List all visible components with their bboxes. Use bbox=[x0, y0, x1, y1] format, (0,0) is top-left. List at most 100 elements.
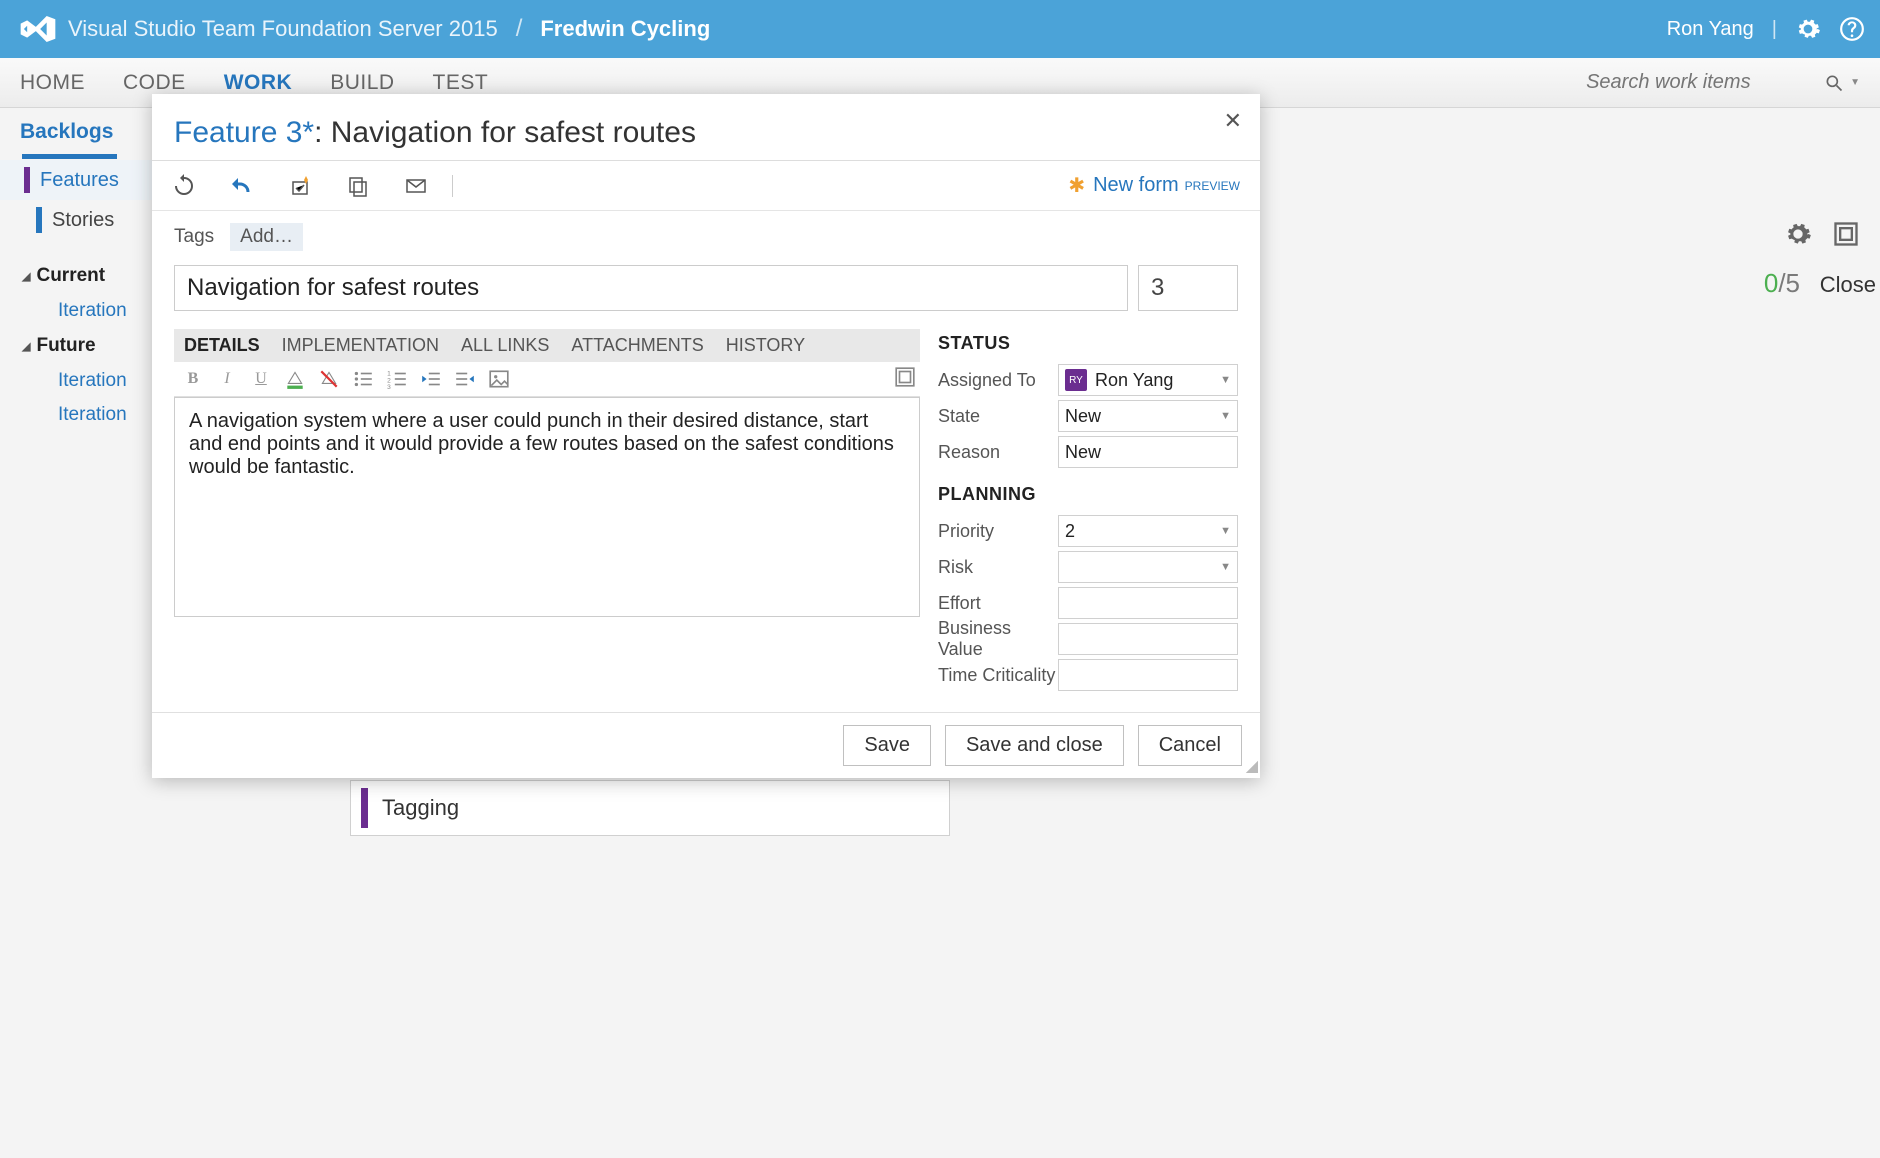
email-button[interactable] bbox=[404, 174, 428, 198]
field-time-criticality: Time Criticality bbox=[938, 657, 1238, 693]
tab-attachments[interactable]: ATTACHMENTS bbox=[571, 335, 703, 356]
state-label: State bbox=[938, 406, 1058, 427]
star-icon: ✱ bbox=[1068, 173, 1085, 198]
tab-all-links[interactable]: ALL LINKS bbox=[461, 335, 549, 356]
tab-implementation[interactable]: IMPLEMENTATION bbox=[282, 335, 439, 356]
dialog-footer: Save Save and close Cancel ◢ bbox=[152, 712, 1260, 778]
indent-button[interactable] bbox=[454, 368, 476, 390]
bv-label: Business Value bbox=[938, 618, 1058, 660]
underline-button[interactable]: U bbox=[250, 368, 272, 390]
chevron-down-icon: ▼ bbox=[1220, 561, 1231, 573]
state-dropdown[interactable]: New ▼ bbox=[1058, 400, 1238, 432]
detail-tabs: DETAILS IMPLEMENTATION ALL LINKS ATTACHM… bbox=[174, 329, 920, 362]
work-item-dialog: Feature 3*: Navigation for safest routes… bbox=[152, 94, 1260, 778]
new-form-toggle[interactable]: ✱ New form PREVIEW bbox=[1068, 173, 1240, 198]
backlog-card-tagging[interactable]: Tagging bbox=[350, 780, 950, 836]
banner-divider: | bbox=[1772, 18, 1777, 41]
tab-code[interactable]: CODE bbox=[123, 71, 186, 95]
card-accent bbox=[361, 788, 368, 828]
search-icon bbox=[1824, 73, 1844, 93]
gear-icon[interactable] bbox=[1795, 16, 1821, 42]
save-button[interactable]: Save bbox=[843, 725, 931, 766]
priority-dropdown[interactable]: 2 ▼ bbox=[1058, 515, 1238, 547]
bv-input[interactable] bbox=[1058, 623, 1238, 655]
chevron-down-icon: ▼ bbox=[1220, 525, 1231, 537]
fields-column: STATUS Assigned To RY Ron Yang ▼ State N… bbox=[938, 329, 1238, 693]
tc-input[interactable] bbox=[1058, 659, 1238, 691]
tab-details[interactable]: DETAILS bbox=[184, 335, 260, 356]
undo-button[interactable] bbox=[230, 174, 254, 198]
planning-section-header: PLANNING bbox=[938, 484, 1238, 505]
search-input[interactable] bbox=[1586, 71, 1816, 94]
risk-dropdown[interactable]: ▼ bbox=[1058, 551, 1238, 583]
chevron-down-icon: ▼ bbox=[1220, 374, 1231, 386]
add-color-button[interactable] bbox=[284, 368, 306, 390]
current-user[interactable]: Ron Yang bbox=[1667, 18, 1754, 41]
chevron-down-icon: ▼ bbox=[1850, 77, 1860, 88]
caret-down-icon: ◢ bbox=[22, 340, 30, 353]
add-tag-button[interactable]: Add… bbox=[230, 223, 303, 251]
refresh-button[interactable] bbox=[172, 174, 196, 198]
bullet-list-button[interactable] bbox=[352, 368, 374, 390]
tags-row: Tags Add… bbox=[174, 223, 1238, 251]
reason-input[interactable]: New bbox=[1058, 436, 1238, 468]
toolbar-sep bbox=[452, 175, 453, 197]
tags-label: Tags bbox=[174, 226, 214, 248]
tree-future-label: Future bbox=[36, 335, 95, 357]
details-column: DETAILS IMPLEMENTATION ALL LINKS ATTACHM… bbox=[174, 329, 920, 693]
description-field[interactable]: A navigation system where a user could p… bbox=[174, 397, 920, 617]
svg-text:3: 3 bbox=[387, 384, 391, 390]
number-list-button[interactable]: 123 bbox=[386, 368, 408, 390]
expand-icon[interactable] bbox=[894, 366, 916, 388]
copy-button[interactable] bbox=[346, 174, 370, 198]
search-button[interactable]: ▼ bbox=[1824, 73, 1860, 93]
card-title: Tagging bbox=[382, 795, 459, 821]
tab-work[interactable]: WORK bbox=[224, 71, 293, 95]
assigned-to-dropdown[interactable]: RY Ron Yang ▼ bbox=[1058, 364, 1238, 396]
tab-home[interactable]: HOME bbox=[20, 71, 85, 95]
italic-button[interactable]: I bbox=[216, 368, 238, 390]
effort-input[interactable] bbox=[1058, 587, 1238, 619]
bold-button[interactable]: B bbox=[182, 368, 204, 390]
risk-label: Risk bbox=[938, 557, 1058, 578]
gear-icon[interactable] bbox=[1784, 220, 1812, 248]
panel-close-link[interactable]: Close bbox=[1820, 272, 1876, 298]
field-business-value: Business Value bbox=[938, 621, 1238, 657]
image-button[interactable] bbox=[488, 368, 510, 390]
field-state: State New ▼ bbox=[938, 398, 1238, 434]
field-reason: Reason New bbox=[938, 434, 1238, 470]
outdent-button[interactable] bbox=[420, 368, 442, 390]
dialog-header: Feature 3*: Navigation for safest routes… bbox=[152, 94, 1260, 161]
sidebar-stories-label: Stories bbox=[52, 209, 114, 232]
tab-test[interactable]: TEST bbox=[433, 71, 489, 95]
reason-value: New bbox=[1065, 442, 1101, 463]
panel-toolbar bbox=[1784, 220, 1860, 248]
caret-down-icon: ◢ bbox=[22, 270, 30, 283]
project-name[interactable]: Fredwin Cycling bbox=[540, 16, 710, 42]
work-item-title-input[interactable] bbox=[174, 265, 1128, 311]
capacity-count: 0/5 bbox=[1764, 268, 1800, 299]
cancel-button[interactable]: Cancel bbox=[1138, 725, 1242, 766]
effort-label: Effort bbox=[938, 593, 1058, 614]
status-section-header: STATUS bbox=[938, 333, 1238, 354]
remove-color-button[interactable] bbox=[318, 368, 340, 390]
product-title[interactable]: Visual Studio Team Foundation Server 201… bbox=[68, 16, 498, 42]
field-assigned-to: Assigned To RY Ron Yang ▼ bbox=[938, 362, 1238, 398]
resize-handle-icon[interactable]: ◢ bbox=[1246, 756, 1258, 776]
help-icon[interactable] bbox=[1839, 16, 1865, 42]
assigned-to-label: Assigned To bbox=[938, 370, 1058, 391]
tab-history[interactable]: HISTORY bbox=[726, 335, 805, 356]
tab-build[interactable]: BUILD bbox=[330, 71, 394, 95]
dialog-body: Tags Add… 3 DETAILS IMPLEMENTATION ALL L… bbox=[152, 211, 1260, 712]
story-accent bbox=[36, 207, 42, 233]
assign-button[interactable] bbox=[288, 174, 312, 198]
close-icon[interactable]: ✕ bbox=[1224, 108, 1242, 134]
breadcrumb-sep: / bbox=[516, 15, 523, 43]
capacity-total: /5 bbox=[1778, 268, 1800, 298]
fullscreen-icon[interactable] bbox=[1832, 220, 1860, 248]
reason-label: Reason bbox=[938, 442, 1058, 463]
priority-label: Priority bbox=[938, 521, 1058, 542]
dialog-title: Feature 3*: Navigation for safest routes bbox=[174, 116, 1238, 150]
field-priority: Priority 2 ▼ bbox=[938, 513, 1238, 549]
save-close-button[interactable]: Save and close bbox=[945, 725, 1124, 766]
